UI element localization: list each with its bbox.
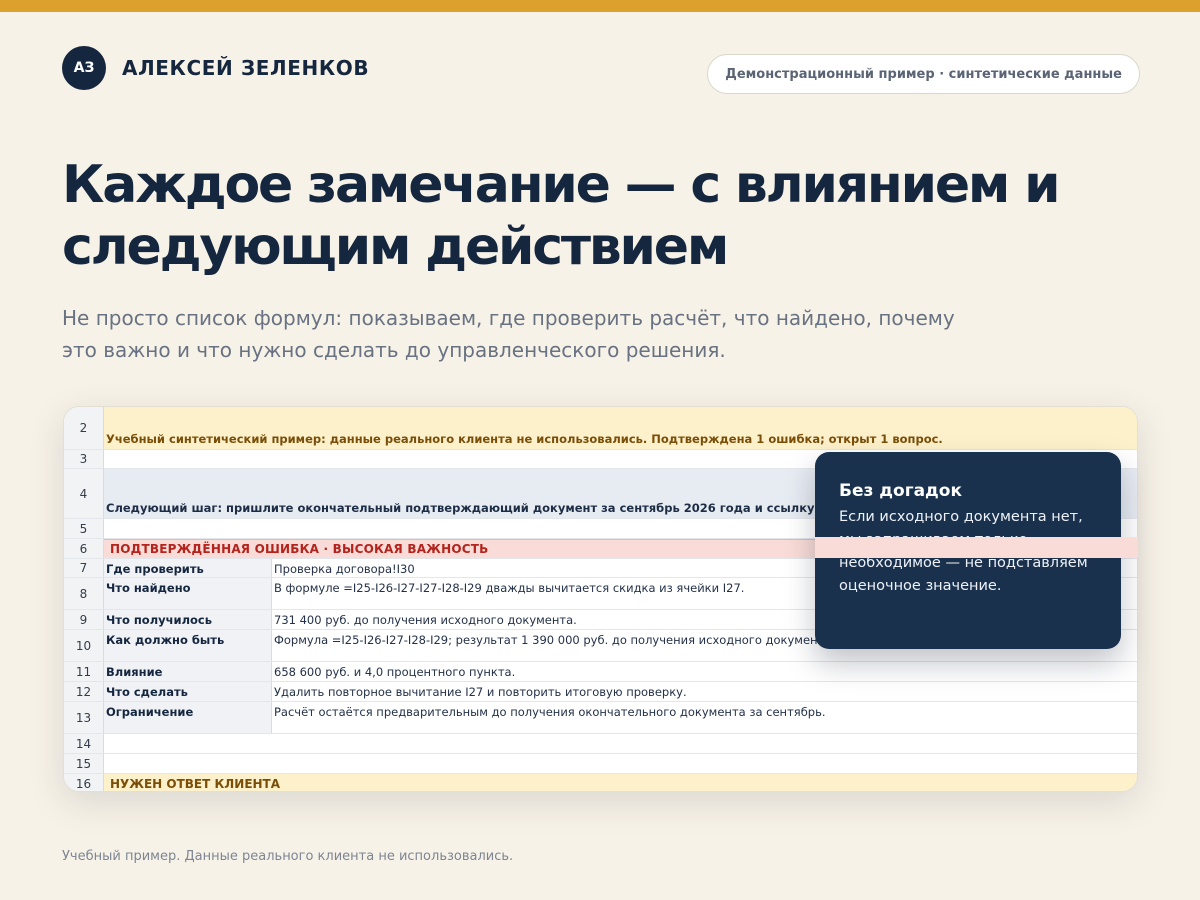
field-value-cell[interactable]: 658 600 руб. и 4,0 процентного пункта.: [272, 662, 1137, 681]
sheet-row-11: 11 Влияние 658 600 руб. и 4,0 процентног…: [64, 662, 1137, 682]
row-number[interactable]: 4: [64, 469, 104, 519]
field-label-cell[interactable]: Что сделать: [104, 682, 272, 701]
row-number[interactable]: 13: [64, 702, 104, 734]
summary-banner-cell[interactable]: Учебный синтетический пример: данные реа…: [104, 407, 1137, 450]
field-label-cell[interactable]: Влияние: [104, 662, 272, 681]
row-number[interactable]: 3: [64, 450, 104, 469]
field-value-cell[interactable]: Удалить повторное вычитание I27 и повтор…: [272, 682, 1137, 701]
sheet-row-16: 16 НУЖЕН ОТВЕТ КЛИЕНТА: [64, 774, 1137, 791]
field-label-cell[interactable]: Что получилось: [104, 610, 272, 629]
row-number[interactable]: 14: [64, 734, 104, 754]
row-number[interactable]: 8: [64, 578, 104, 610]
row-number[interactable]: 12: [64, 682, 104, 702]
empty-cell[interactable]: [104, 734, 1137, 754]
row-number[interactable]: 9: [64, 610, 104, 630]
demo-badge: Демонстрационный пример · синтетические …: [707, 54, 1140, 94]
client-reply-heading-text: НУЖЕН ОТВЕТ КЛИЕНТА: [110, 777, 281, 791]
tooltip-title: Без догадок: [839, 481, 962, 501]
top-accent-bar: [0, 0, 1200, 12]
row-number[interactable]: 10: [64, 630, 104, 662]
error-row-highlight-overlay: [815, 537, 1138, 558]
field-value-cell[interactable]: Расчёт остаётся предварительным до получ…: [272, 702, 1137, 733]
sheet-row-15: 15: [64, 754, 1137, 774]
row-number[interactable]: 11: [64, 662, 104, 682]
page-title: Каждое замечание — с влиянием и следующи…: [62, 155, 1061, 277]
page-subtitle: Не просто список формул: показываем, где…: [62, 306, 955, 362]
error-heading-text: ПОДТВЕРЖДЁННАЯ ОШИБКА · ВЫСОКАЯ ВАЖНОСТЬ: [110, 542, 489, 556]
sheet-row-12: 12 Что сделать Удалить повторное вычитан…: [64, 682, 1137, 702]
avatar: АЗ: [62, 46, 106, 90]
sheet-row-13: 13 Ограничение Расчёт остаётся предварит…: [64, 702, 1137, 734]
sheet-row-14: 14: [64, 734, 1137, 754]
row-number[interactable]: 2: [64, 407, 104, 450]
author-name: АЛЕКСЕЙ ЗЕЛЕНКОВ: [122, 56, 370, 80]
field-label-cell[interactable]: Как должно быть: [104, 630, 272, 661]
row-number[interactable]: 6: [64, 539, 104, 559]
row-number[interactable]: 7: [64, 559, 104, 578]
empty-cell[interactable]: [104, 754, 1137, 774]
row-number[interactable]: 16: [64, 774, 104, 791]
row-number[interactable]: 5: [64, 519, 104, 539]
field-label-cell[interactable]: Что найдено: [104, 578, 272, 609]
sheet-row-2: 2 Учебный синтетический пример: данные р…: [64, 407, 1137, 450]
field-label-cell[interactable]: Ограничение: [104, 702, 272, 733]
header: АЗ АЛЕКСЕЙ ЗЕЛЕНКОВ Демонстрационный при…: [62, 46, 1140, 96]
client-reply-heading-cell[interactable]: НУЖЕН ОТВЕТ КЛИЕНТА: [104, 774, 1137, 791]
field-label-cell[interactable]: Где проверить: [104, 559, 272, 577]
summary-banner-text: Учебный синтетический пример: данные реа…: [106, 432, 943, 446]
row-number[interactable]: 15: [64, 754, 104, 774]
footer-note: Учебный пример. Данные реального клиента…: [62, 849, 514, 864]
